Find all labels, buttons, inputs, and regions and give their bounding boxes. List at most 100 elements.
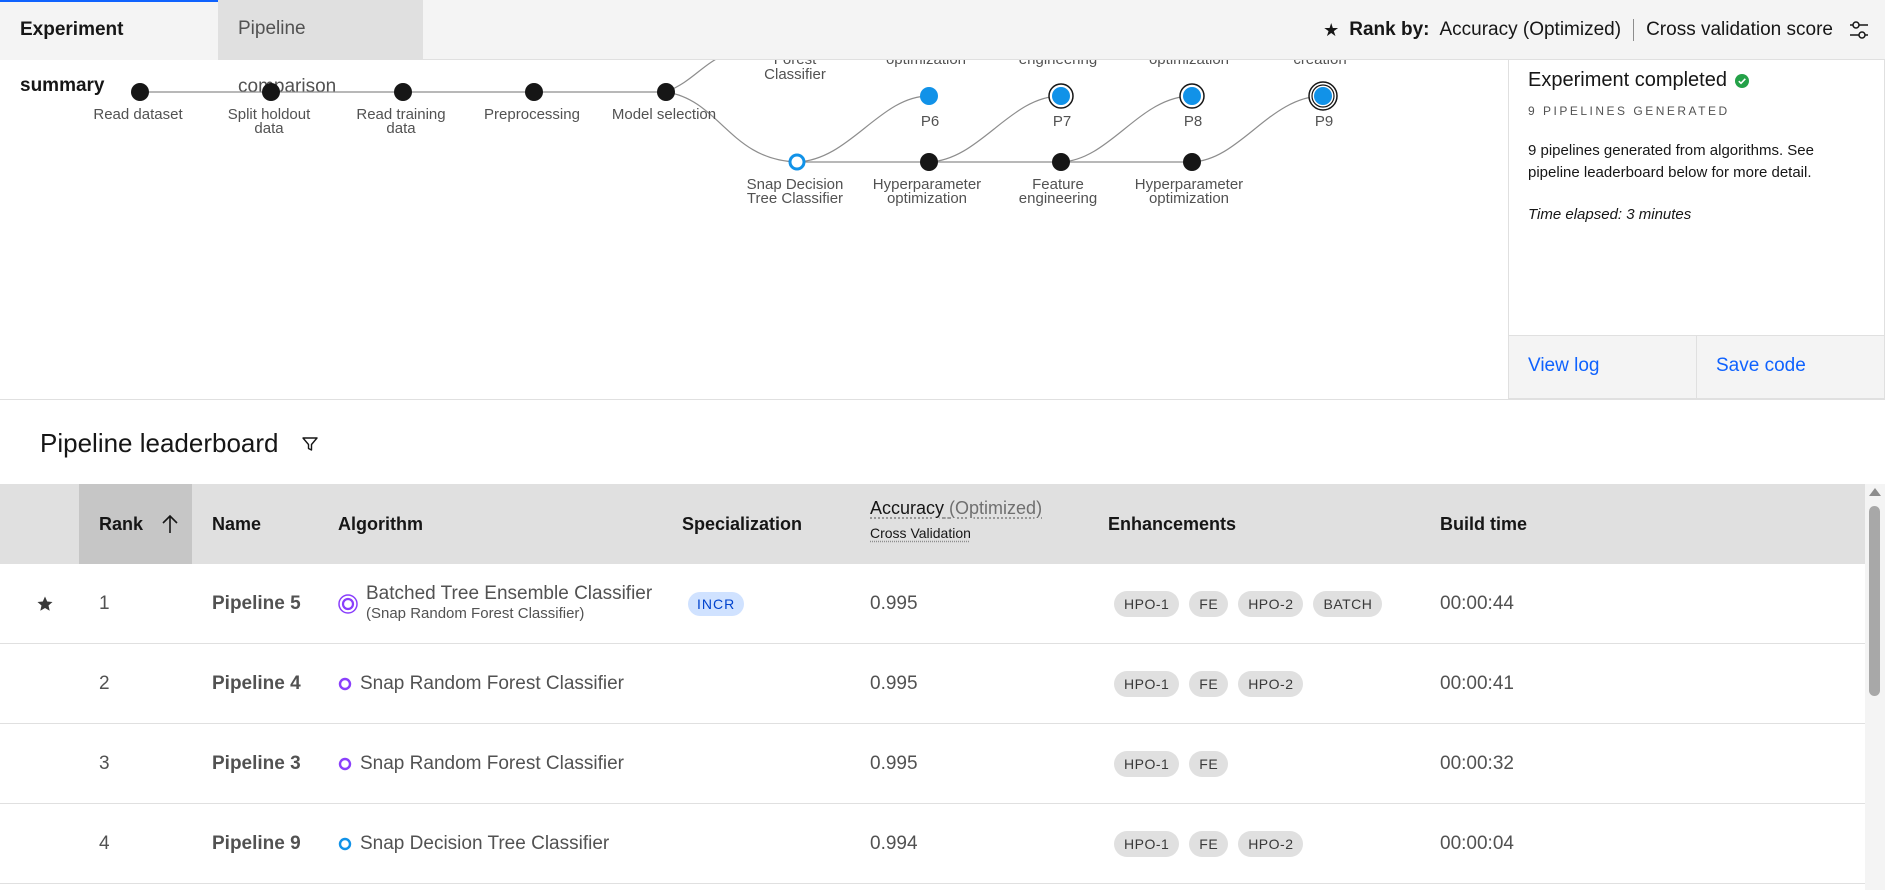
svg-text:data: data [254, 120, 284, 137]
build-time-cell: 00:00:04 [1440, 833, 1514, 854]
svg-text:Tree Classifier: Tree Classifier [747, 190, 843, 207]
table-header: Rank Name Algorithm Specialization Accur… [0, 484, 1865, 564]
algorithm-cell: Snap Decision Tree Classifier [338, 804, 609, 884]
table-row[interactable]: 4 Pipeline 9 Snap Decision Tree Classifi… [0, 804, 1865, 884]
accuracy-subtitle: Cross Validation [870, 525, 971, 541]
accuracy-cell: 0.995 [870, 753, 918, 774]
column-header-rank[interactable]: Rank [79, 484, 192, 564]
node-model-selection[interactable] [657, 83, 675, 101]
pipeline-name[interactable]: Pipeline 4 [212, 644, 301, 724]
leaderboard-table: Rank Name Algorithm Specialization Accur… [0, 484, 1865, 884]
column-header-algorithm[interactable]: Algorithm [338, 484, 423, 564]
algorithm-cell: Batched Tree Ensemble Classifier (Snap R… [338, 564, 652, 644]
svg-text:engineering: engineering [1019, 60, 1097, 68]
pipeline-name[interactable]: Pipeline 5 [212, 564, 301, 644]
rank-cell: 2 [99, 673, 110, 694]
rank-cell: 1 [99, 593, 110, 614]
algorithm-cell: Snap Random Forest Classifier [338, 724, 624, 804]
column-header-accuracy[interactable]: Accuracy (Optimized) Cross Validation [870, 484, 1042, 564]
node-hpo-1[interactable] [920, 153, 938, 171]
experiment-status-panel: Experiment completed 9 PIPELINES GENERAT… [1508, 60, 1885, 399]
status-description: 9 pipelines generated from algorithms. S… [1528, 142, 1814, 181]
leaderboard-title: Pipeline leaderboard [40, 428, 319, 459]
scroll-thumb[interactable] [1869, 506, 1880, 696]
node-p6[interactable] [920, 87, 938, 105]
scroll-up-arrow-icon[interactable] [1869, 488, 1881, 496]
enhancement-tag: FE [1189, 591, 1229, 617]
pipeline-name[interactable]: Pipeline 9 [212, 804, 301, 884]
column-header-build-time[interactable]: Build time [1440, 484, 1527, 564]
build-time-cell: 00:00:44 [1440, 593, 1514, 614]
algorithm-ring-icon [338, 757, 352, 771]
rank-cell: 3 [99, 753, 110, 774]
table-scrollbar[interactable] [1865, 484, 1885, 890]
accuracy-cell: 0.995 [870, 673, 918, 694]
label-model-selection: Model selection [612, 106, 716, 123]
column-header-enhancements[interactable]: Enhancements [1108, 484, 1236, 564]
enhancements-cell: HPO-1 FE HPO-2 [1114, 804, 1304, 884]
enhancement-tag: HPO-2 [1238, 671, 1304, 697]
star-icon: ★ [1323, 19, 1340, 40]
rank-by-control[interactable]: ★ Rank by: Accuracy (Optimized) Cross va… [1323, 0, 1833, 60]
table-row[interactable]: 3 Pipeline 3 Snap Random Forest Classifi… [0, 724, 1865, 804]
node-p9[interactable] [1314, 87, 1332, 105]
label-read-dataset: Read dataset [93, 106, 183, 123]
pipeline-name[interactable]: Pipeline 3 [212, 724, 301, 804]
svg-text:optimization: optimization [1149, 190, 1229, 207]
algorithm-ring-icon [338, 677, 352, 691]
node-read-training[interactable] [394, 83, 412, 101]
svg-text:optimization: optimization [887, 190, 967, 207]
save-code-button[interactable]: Save code [1696, 336, 1884, 398]
node-hpo-2[interactable] [1183, 153, 1201, 171]
node-read-dataset[interactable] [131, 83, 149, 101]
table-row[interactable]: 2 Pipeline 4 Snap Random Forest Classifi… [0, 644, 1865, 724]
enhancement-tag: HPO-2 [1238, 591, 1304, 617]
view-log-button[interactable]: View log [1509, 336, 1696, 398]
pipeline-diagram: Read dataset Split holdout data Read tra… [0, 51, 1508, 400]
filter-icon[interactable] [301, 435, 319, 453]
svg-text:data: data [386, 120, 416, 137]
node-p8[interactable] [1183, 87, 1201, 105]
time-elapsed: Time elapsed: 3 minutes [1528, 206, 1692, 223]
build-time-cell: 00:00:32 [1440, 753, 1514, 774]
table-row[interactable]: 1 Pipeline 5 Batched Tree Ensemble Class… [0, 564, 1865, 644]
top-bar: Experiment summary Pipeline comparison ★… [0, 0, 1885, 97]
node-preprocessing[interactable] [525, 83, 543, 101]
settings-sliders-icon[interactable] [1847, 18, 1871, 42]
pipelines-count: 9 PIPELINES GENERATED [1528, 104, 1730, 118]
build-time-cell: 00:00:41 [1440, 673, 1514, 694]
rank-by-separator [1633, 19, 1635, 41]
svg-text:P8: P8 [1184, 113, 1202, 130]
column-header-specialization[interactable]: Specialization [682, 484, 802, 564]
enhancement-tag: HPO-2 [1238, 831, 1304, 857]
enhancement-tag: HPO-1 [1114, 671, 1180, 697]
svg-text:optimization: optimization [886, 60, 966, 68]
enhancement-tag: BATCH [1313, 591, 1383, 617]
enhancement-tag: FE [1189, 671, 1229, 697]
column-header-name[interactable]: Name [212, 484, 261, 564]
star-filled-icon[interactable] [36, 564, 66, 644]
enhancements-cell: HPO-1 FE HPO-2 [1114, 644, 1304, 724]
sort-arrow-up-icon[interactable] [160, 513, 180, 535]
rank-by-score[interactable]: Cross validation score [1646, 19, 1833, 41]
node-feature-eng[interactable] [1052, 153, 1070, 171]
enhancement-tag: FE [1189, 751, 1229, 777]
rank-by-label: Rank by: [1349, 19, 1430, 40]
tab-pipeline-comparison[interactable]: Pipeline comparison [218, 0, 423, 97]
node-p7[interactable] [1052, 87, 1070, 105]
enhancement-tag: HPO-1 [1114, 591, 1180, 617]
rank-cell: 4 [99, 833, 110, 854]
status-title: Experiment completed [1528, 69, 1749, 92]
algorithm-ring-icon [338, 837, 352, 851]
section-divider [0, 399, 1885, 400]
checkmark-filled-icon [1734, 73, 1749, 88]
rank-by-metric[interactable]: Accuracy (Optimized) [1439, 19, 1621, 41]
tab-experiment-summary[interactable]: Experiment summary [0, 0, 218, 96]
node-snap-decision-tree[interactable] [788, 153, 806, 171]
algorithm-double-ring-icon [338, 594, 358, 614]
node-split-holdout[interactable] [262, 83, 280, 101]
accuracy-cell: 0.994 [870, 833, 918, 854]
svg-text:engineering: engineering [1019, 190, 1097, 207]
label-preprocessing: Preprocessing [484, 106, 580, 123]
svg-text:Classifier: Classifier [764, 66, 826, 83]
